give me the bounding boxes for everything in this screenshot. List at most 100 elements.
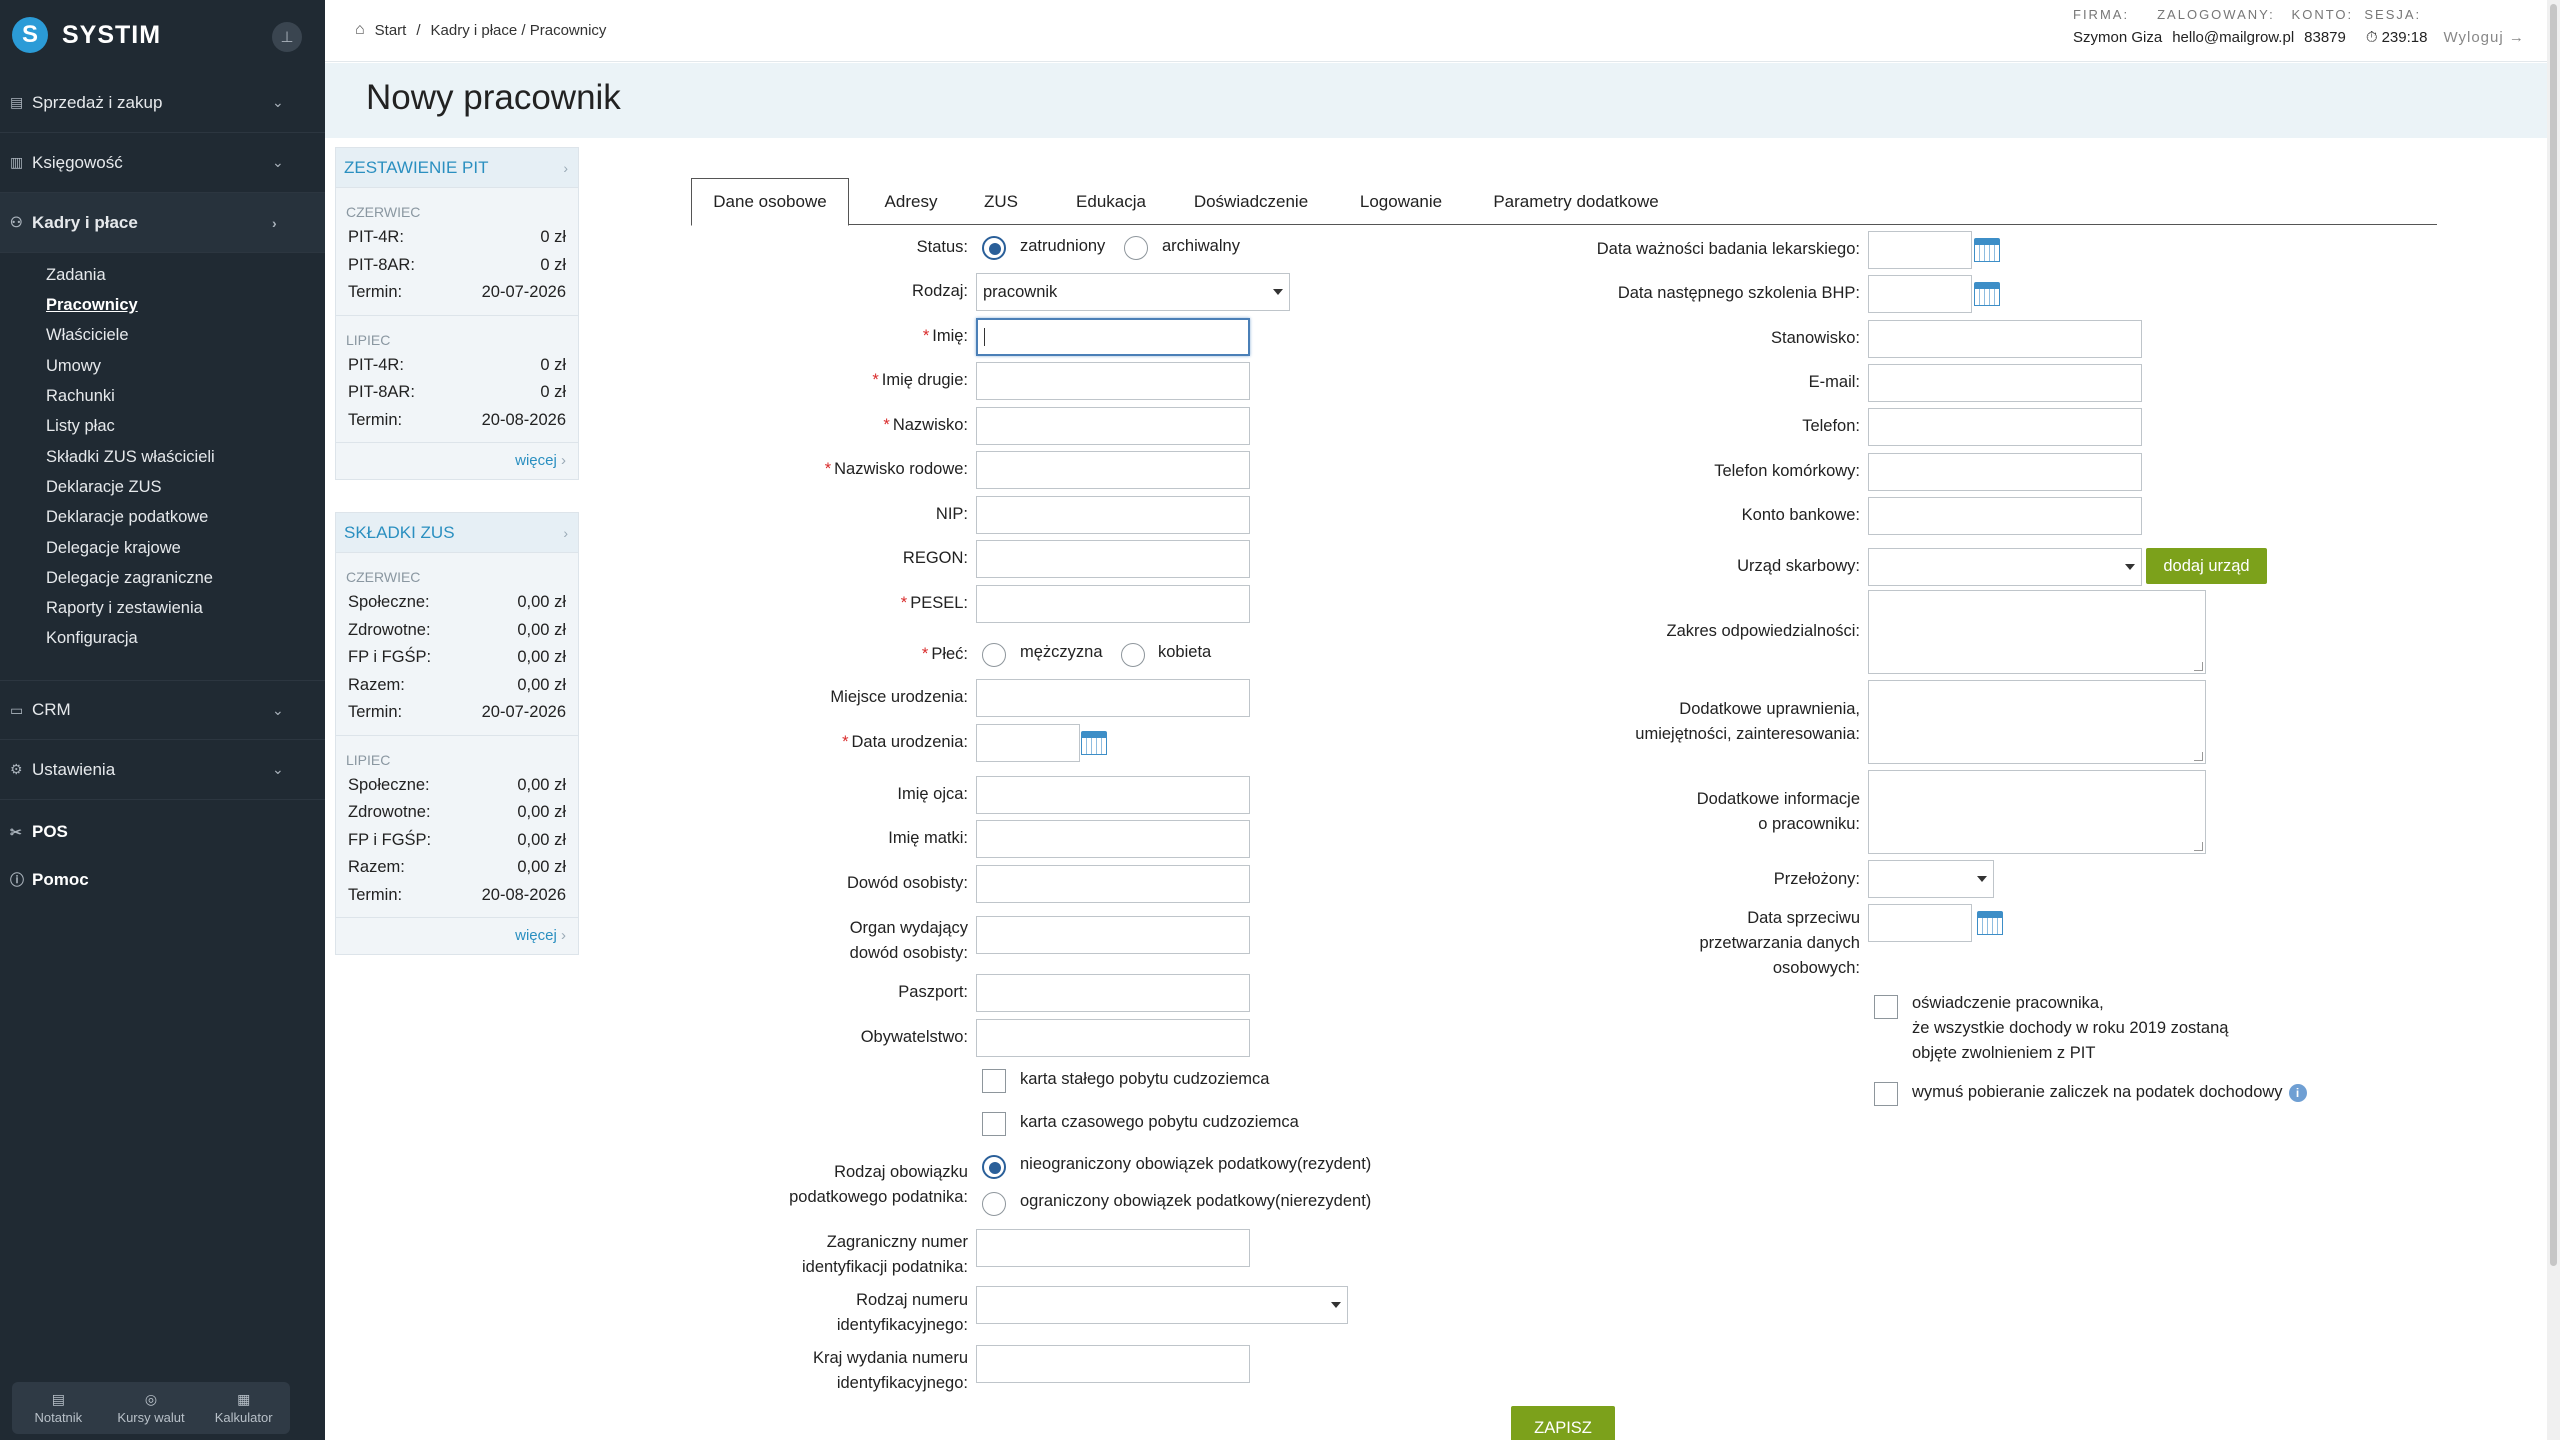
tab-logowanie[interactable]: Logowanie bbox=[1346, 178, 1456, 225]
menu-ksiegowosc[interactable]: ▥ Księgowość ⌄ bbox=[0, 133, 325, 193]
urzad-select[interactable] bbox=[1868, 548, 2142, 586]
regon-input[interactable] bbox=[976, 540, 1250, 578]
more-link[interactable]: więcej › bbox=[336, 918, 578, 954]
tool-kalkulator[interactable]: ▦ Kalkulator bbox=[197, 1382, 290, 1434]
submenu-raporty[interactable]: Raporty i zestawienia bbox=[46, 599, 203, 618]
tool-kursy-walut[interactable]: ◎ Kursy walut bbox=[105, 1382, 198, 1434]
zagraniczny-input[interactable] bbox=[976, 1229, 1250, 1267]
submenu-wlasciciele[interactable]: Właściciele bbox=[46, 326, 129, 345]
nazwisko-input[interactable] bbox=[976, 407, 1250, 445]
organ-input[interactable] bbox=[976, 916, 1250, 954]
konto-bankowe-input[interactable] bbox=[1868, 497, 2142, 535]
more-link[interactable]: więcej › bbox=[336, 443, 578, 479]
menu-kadry[interactable]: ⚇ Kadry i płace › bbox=[0, 193, 325, 253]
sprzeciw-label-2: przetwarzania danych bbox=[1699, 934, 1860, 952]
karta-czasowego-checkbox[interactable] bbox=[982, 1112, 1006, 1136]
bhp-input[interactable] bbox=[1868, 275, 1972, 313]
calendar-icon[interactable] bbox=[1974, 238, 2000, 262]
email-input[interactable] bbox=[1868, 364, 2142, 402]
plec-kobieta-label: kobieta bbox=[1158, 643, 1212, 661]
info-textarea[interactable] bbox=[1868, 770, 2206, 854]
imie-input[interactable] bbox=[976, 318, 1250, 356]
calendar-icon[interactable] bbox=[1081, 731, 1107, 755]
karta-stalego-checkbox[interactable] bbox=[982, 1069, 1006, 1093]
tab-zus[interactable]: ZUS bbox=[971, 178, 1031, 225]
systim-logo[interactable]: S SYSTIM bbox=[12, 17, 161, 53]
przelozony-select[interactable] bbox=[1868, 860, 1994, 898]
data-urodzenia-input[interactable] bbox=[976, 724, 1080, 762]
wymus-label: wymuś pobieranie zaliczek na podatek doc… bbox=[1912, 1080, 2307, 1104]
dowod-input[interactable] bbox=[976, 865, 1250, 903]
submenu-rachunki[interactable]: Rachunki bbox=[46, 387, 115, 406]
imie-matki-input[interactable] bbox=[976, 820, 1250, 858]
sprzeciw-input[interactable] bbox=[1868, 904, 1972, 942]
nazwisko-rodowe-input[interactable] bbox=[976, 451, 1250, 489]
oswiadczenie-checkbox[interactable] bbox=[1874, 995, 1898, 1019]
paszport-input[interactable] bbox=[976, 974, 1250, 1012]
pin-icon[interactable]: ⊥ bbox=[272, 22, 302, 52]
nierezydent-radio[interactable] bbox=[982, 1192, 1006, 1216]
tab-edukacja[interactable]: Edukacja bbox=[1056, 178, 1166, 225]
miejsce-urodzenia-input[interactable] bbox=[976, 679, 1250, 717]
submenu-zadania[interactable]: Zadania bbox=[46, 266, 106, 285]
submenu-listy-plac[interactable]: Listy płac bbox=[46, 417, 115, 436]
submenu-delegacje-krajowe[interactable]: Delegacje krajowe bbox=[46, 539, 181, 558]
submenu-umowy[interactable]: Umowy bbox=[46, 357, 101, 376]
menu-sprzedaz[interactable]: ▤ Sprzedaż i zakup ⌄ bbox=[0, 73, 325, 133]
widget-pit-header[interactable]: ZESTAWIENIE PIT › bbox=[336, 148, 578, 188]
submenu-skladki-zus[interactable]: Składki ZUS właścicieli bbox=[46, 448, 215, 467]
tab-dane-osobowe[interactable]: Dane osobowe bbox=[691, 178, 849, 226]
info-icon[interactable]: i bbox=[2288, 1083, 2307, 1102]
menu-pos[interactable]: ✂ POS bbox=[10, 822, 68, 842]
plec-mezczyzna-radio[interactable] bbox=[982, 643, 1006, 667]
pesel-input[interactable] bbox=[976, 585, 1250, 623]
row-value: 0 zł bbox=[540, 255, 566, 274]
breadcrumb-current[interactable]: Kadry i płace / Pracownicy bbox=[431, 22, 607, 39]
tool-notatnik[interactable]: ▤ Notatnik bbox=[12, 1382, 105, 1434]
submenu-pracownicy[interactable]: Pracownicy bbox=[46, 296, 138, 315]
telefon-komorkowy-input[interactable] bbox=[1868, 453, 2142, 491]
kraj-wydania-input[interactable] bbox=[976, 1345, 1250, 1383]
uprawnienia-textarea[interactable] bbox=[1868, 680, 2206, 764]
home-icon[interactable]: ⌂ bbox=[355, 21, 365, 39]
badanie-input[interactable] bbox=[1868, 231, 1972, 269]
add-office-button[interactable]: dodaj urząd bbox=[2146, 548, 2267, 584]
plec-label: * Płeć: bbox=[921, 645, 968, 663]
imie-drugie-input[interactable] bbox=[976, 362, 1250, 400]
chevron-down-icon bbox=[1977, 876, 1987, 882]
menu-label: Sprzedaż i zakup bbox=[32, 92, 163, 112]
logout-link[interactable]: Wyloguj → bbox=[2443, 29, 2524, 46]
breadcrumb-start[interactable]: Start bbox=[375, 22, 407, 39]
submenu-deklaracje-zus[interactable]: Deklaracje ZUS bbox=[46, 478, 162, 497]
telefon-input[interactable] bbox=[1868, 408, 2142, 446]
zakres-textarea[interactable] bbox=[1868, 590, 2206, 674]
status-zatrudniony-radio[interactable] bbox=[982, 236, 1006, 260]
page-scrollbar[interactable] bbox=[2547, 0, 2560, 1440]
wymus-checkbox[interactable] bbox=[1874, 1082, 1898, 1106]
menu-ustawienia[interactable]: ⚙ Ustawienia ⌄ bbox=[0, 740, 325, 800]
calendar-icon[interactable] bbox=[1974, 282, 2000, 306]
rodzaj-select[interactable]: pracownik bbox=[976, 273, 1290, 311]
tab-adresy[interactable]: Adresy bbox=[861, 178, 961, 225]
plec-kobieta-radio[interactable] bbox=[1121, 643, 1145, 667]
calendar-icon[interactable] bbox=[1977, 911, 2003, 935]
widget-zus-header[interactable]: SKŁADKI ZUS › bbox=[336, 513, 578, 553]
submenu-delegacje-zagraniczne[interactable]: Delegacje zagraniczne bbox=[46, 569, 213, 588]
save-button[interactable]: ZAPISZ bbox=[1511, 1406, 1615, 1440]
stanowisko-input[interactable] bbox=[1868, 320, 2142, 358]
rezydent-radio[interactable] bbox=[982, 1155, 1006, 1179]
imie-ojca-input[interactable] bbox=[976, 776, 1250, 814]
menu-pomoc[interactable]: ⓘ Pomoc bbox=[10, 870, 89, 890]
submenu-deklaracje-podatkowe[interactable]: Deklaracje podatkowe bbox=[46, 508, 208, 527]
scrollbar-thumb[interactable] bbox=[2550, 4, 2557, 1266]
menu-crm[interactable]: ▭ CRM ⌄ bbox=[0, 680, 325, 740]
tab-parametry-dodatkowe[interactable]: Parametry dodatkowe bbox=[1481, 178, 1671, 225]
submenu-konfiguracja[interactable]: Konfiguracja bbox=[46, 629, 138, 648]
status-archiwalny-radio[interactable] bbox=[1124, 236, 1148, 260]
obywatelstwo-input[interactable] bbox=[976, 1019, 1250, 1057]
nip-input[interactable] bbox=[976, 496, 1250, 534]
row-value: 0,00 zł bbox=[517, 675, 566, 694]
row-key: Społeczne: bbox=[348, 593, 430, 612]
rodzaj-numeru-select[interactable] bbox=[976, 1286, 1348, 1324]
tab-doswiadczenie[interactable]: Doświadczenie bbox=[1181, 178, 1321, 225]
